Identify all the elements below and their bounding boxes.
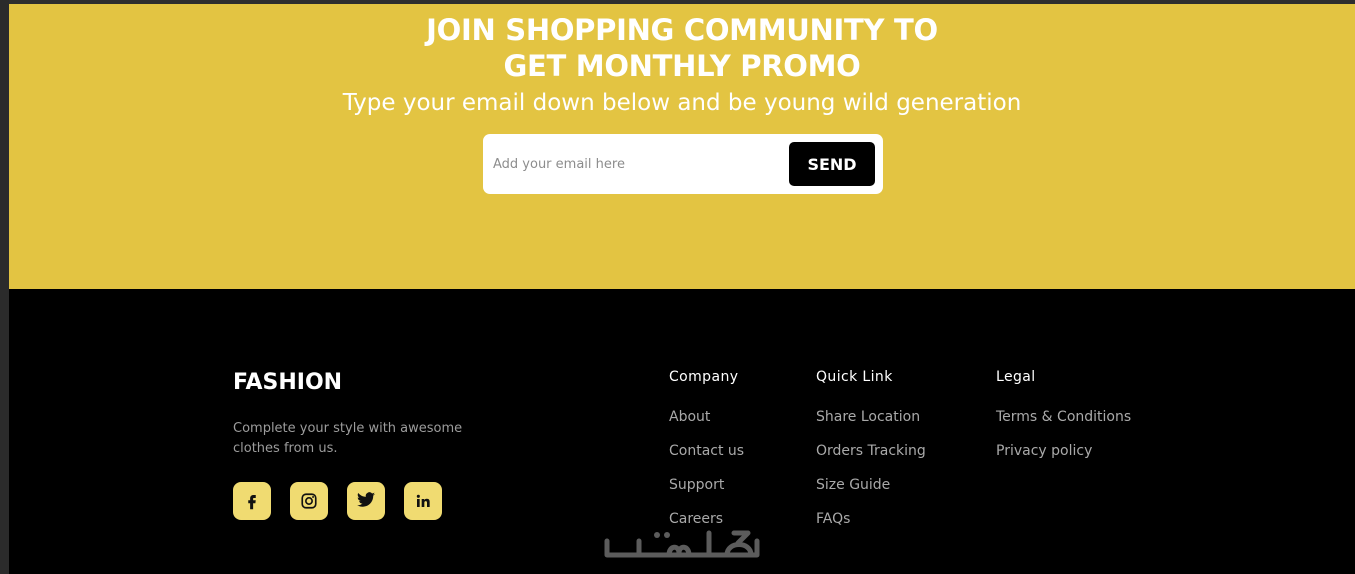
footer-link-size-guide[interactable]: Size Guide (816, 477, 890, 493)
footer-link-orders-tracking[interactable]: Orders Tracking (816, 443, 926, 459)
email-input[interactable] (493, 144, 773, 184)
twitter-icon (357, 492, 375, 507)
social-links (233, 482, 442, 520)
footer-column-title: Quick Link (816, 369, 893, 385)
linkedin-icon (416, 494, 430, 507)
twitter-button[interactable] (347, 482, 385, 520)
footer-link-share-location[interactable]: Share Location (816, 409, 920, 425)
watermark-logo (604, 530, 760, 558)
footer-link-faqs[interactable]: FAQs (816, 511, 850, 527)
footer-column-title: Company (669, 369, 739, 385)
footer-column-legal: Legal Terms & Conditions Privacy policy (996, 367, 1131, 475)
footer-link-support[interactable]: Support (669, 477, 724, 493)
left-gutter (0, 0, 9, 574)
email-form: SEND (483, 134, 883, 194)
instagram-icon (301, 493, 317, 509)
footer-link-about[interactable]: About (669, 409, 710, 425)
newsletter-title-line2: GET MONTHLY PROMO (503, 49, 861, 83)
linkedin-button[interactable] (404, 482, 442, 520)
footer-column-title: Legal (996, 369, 1036, 385)
facebook-button[interactable] (233, 482, 271, 520)
newsletter-title-line1: JOIN SHOPPING COMMUNITY TO (426, 13, 938, 47)
site-footer: FASHION Complete your style with awesome… (9, 289, 1355, 574)
instagram-button[interactable] (290, 482, 328, 520)
footer-column-company: Company About Contact us Support Careers (669, 367, 744, 543)
newsletter-section: JOIN SHOPPING COMMUNITY TO GET MONTHLY P… (9, 4, 1355, 289)
footer-brand-logo[interactable]: FASHION (233, 370, 342, 395)
send-button[interactable]: SEND (789, 142, 875, 186)
footer-column-quick-link: Quick Link Share Location Orders Trackin… (816, 367, 926, 543)
newsletter-subtitle: Type your email down below and be young … (342, 90, 1022, 116)
facebook-icon (248, 495, 256, 510)
footer-link-terms-conditions[interactable]: Terms & Conditions (996, 409, 1131, 425)
footer-link-contact-us[interactable]: Contact us (669, 443, 744, 459)
footer-link-privacy-policy[interactable]: Privacy policy (996, 443, 1092, 459)
footer-brand-description: Complete your style with awesome clothes… (233, 421, 463, 456)
